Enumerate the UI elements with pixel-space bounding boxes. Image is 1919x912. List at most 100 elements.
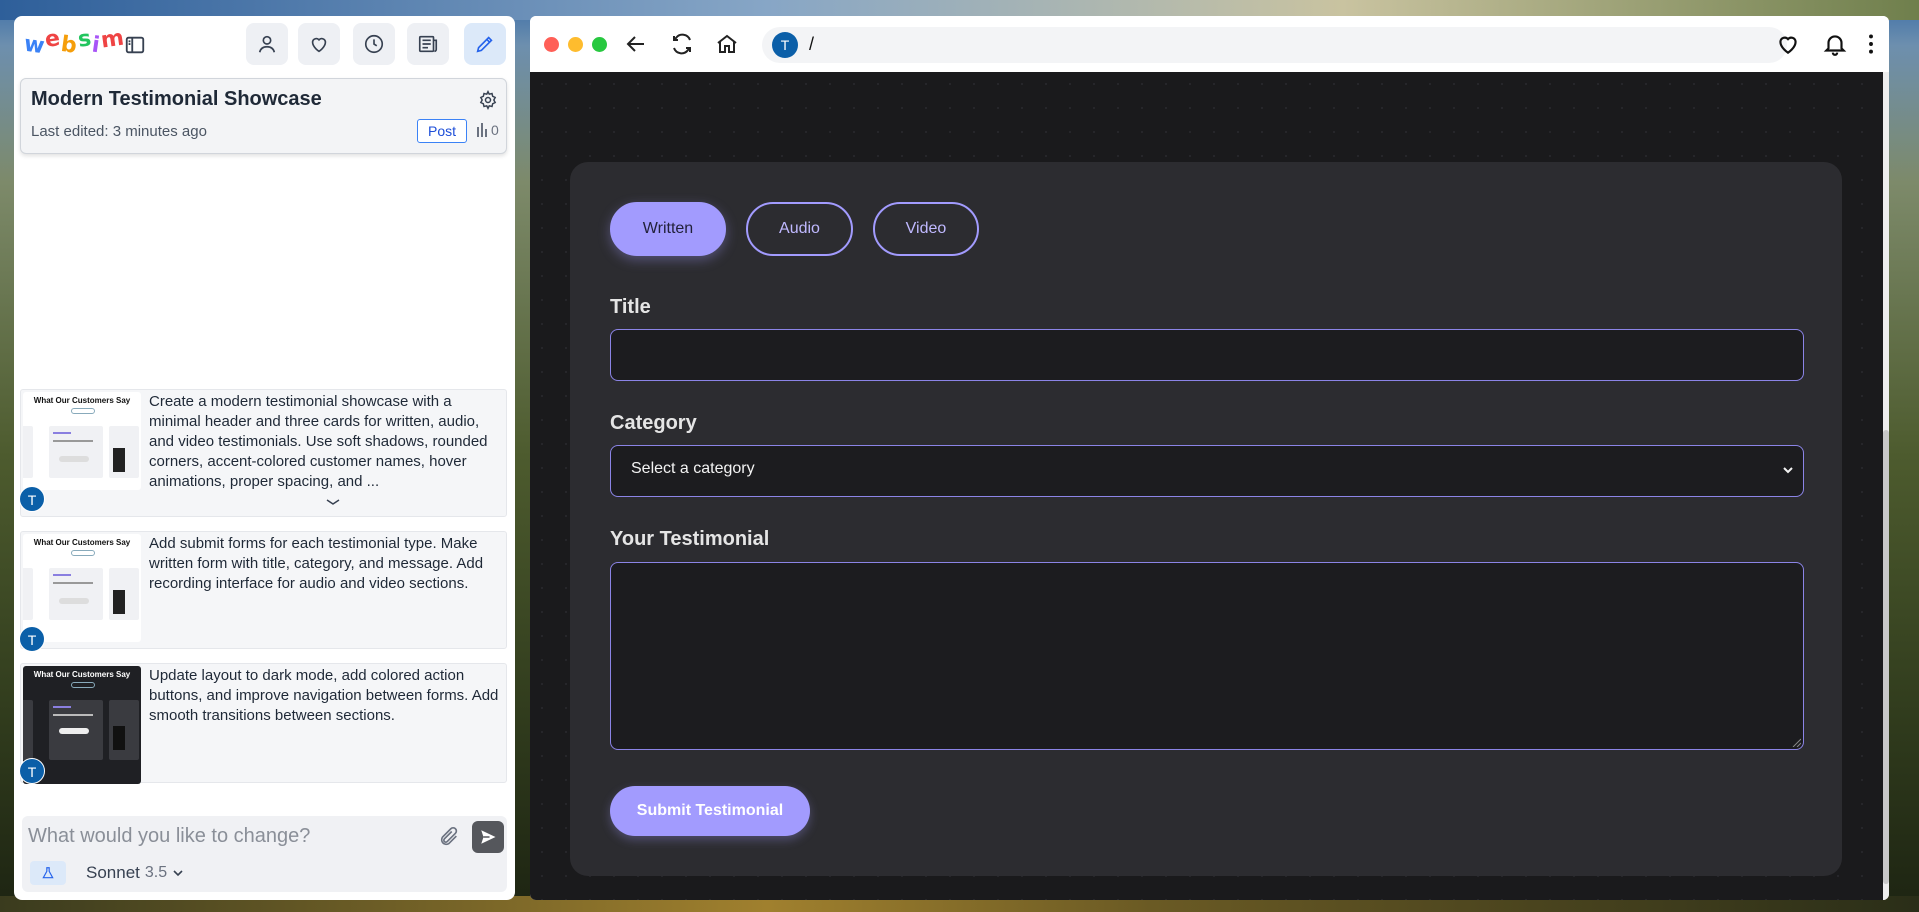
model-selector[interactable]: Sonnet 3.5 bbox=[86, 863, 184, 883]
user-icon bbox=[258, 35, 276, 53]
minimize-window-dot[interactable] bbox=[568, 37, 583, 52]
chevron-down-icon bbox=[1783, 467, 1793, 474]
url-avatar: T bbox=[772, 32, 798, 58]
thumbnail-button bbox=[59, 728, 89, 734]
category-label: Category bbox=[610, 412, 697, 434]
chevron-down-icon bbox=[173, 870, 183, 877]
tab-written[interactable]: Written bbox=[610, 202, 726, 256]
view-stats: 0 bbox=[477, 122, 499, 138]
editor-toolbar: websim bbox=[14, 16, 515, 76]
tab-audio[interactable]: Audio bbox=[746, 202, 853, 256]
post-button[interactable]: Post bbox=[417, 119, 467, 143]
testimonial-textarea[interactable] bbox=[610, 562, 1804, 750]
thumbnail-line bbox=[53, 714, 93, 716]
thumbnail-pill bbox=[71, 408, 95, 414]
history-prompt-text: Update layout to dark mode, add colored … bbox=[149, 667, 499, 724]
thumbnail-block bbox=[113, 448, 125, 472]
url-text[interactable]: / bbox=[809, 34, 814, 55]
thumbnail-pill bbox=[71, 682, 95, 688]
maximize-window-dot[interactable] bbox=[592, 37, 607, 52]
thumbnail-button bbox=[59, 456, 89, 462]
browser-toolbar: T / bbox=[530, 16, 1889, 72]
thumbnail-title: What Our Customers Say bbox=[33, 396, 131, 405]
testimonial-label: Your Testimonial bbox=[610, 528, 770, 550]
feed-button[interactable] bbox=[407, 23, 449, 65]
thumbnail-title: What Our Customers Say bbox=[33, 670, 131, 679]
bell-icon[interactable] bbox=[1822, 31, 1848, 57]
logo-letter: w bbox=[22, 31, 47, 60]
thumbnail-line bbox=[53, 432, 71, 434]
send-button[interactable] bbox=[472, 821, 504, 853]
category-selected-value: Select a category bbox=[631, 460, 755, 477]
page-scrollbar[interactable] bbox=[1883, 72, 1889, 900]
likes-button[interactable] bbox=[298, 23, 340, 65]
thumbnail-card bbox=[23, 568, 33, 620]
experimental-toggle[interactable] bbox=[30, 861, 66, 885]
thumbnail-pill bbox=[71, 550, 95, 556]
close-window-dot[interactable] bbox=[544, 37, 559, 52]
thumbnail-line bbox=[53, 582, 93, 584]
tab-video[interactable]: Video bbox=[873, 202, 979, 256]
heart-icon bbox=[311, 37, 327, 53]
preview-page: Written Audio Video Title Category Selec… bbox=[530, 72, 1883, 900]
expand-chevron-icon[interactable] bbox=[325, 498, 341, 506]
websim-logo[interactable]: websim bbox=[22, 25, 126, 59]
thumbnail-line bbox=[53, 440, 93, 442]
paperclip-icon[interactable] bbox=[438, 826, 460, 848]
testimonial-form-card: Written Audio Video Title Category Selec… bbox=[570, 162, 1842, 876]
preview-browser: T / Written Audio Video Title Category S… bbox=[530, 16, 1889, 900]
logo-letter: m bbox=[99, 25, 127, 54]
reload-icon[interactable] bbox=[670, 32, 694, 56]
chat-input[interactable] bbox=[28, 822, 428, 850]
author-avatar: T bbox=[19, 758, 45, 784]
thumbnail-line bbox=[53, 706, 71, 708]
history-item[interactable]: What Our Customers Say Create a modern t… bbox=[19, 389, 507, 517]
newspaper-icon bbox=[418, 35, 438, 53]
author-avatar: T bbox=[19, 486, 45, 512]
thumbnail-line bbox=[53, 574, 71, 576]
flask-icon bbox=[42, 867, 54, 879]
url-bar[interactable]: T / bbox=[762, 27, 1787, 63]
home-icon[interactable] bbox=[715, 32, 739, 56]
title-input[interactable] bbox=[610, 329, 1804, 381]
pencil-icon bbox=[476, 36, 493, 53]
gear-icon[interactable] bbox=[478, 90, 498, 110]
author-avatar: T bbox=[19, 626, 45, 652]
history-thumbnail: What Our Customers Say bbox=[23, 534, 141, 642]
resize-grip-icon[interactable] bbox=[1791, 737, 1801, 747]
history-item[interactable]: What Our Customers Say Update layout to … bbox=[19, 663, 507, 784]
more-vertical-icon[interactable] bbox=[1858, 31, 1884, 57]
history-button[interactable] bbox=[353, 23, 395, 65]
back-arrow-icon[interactable] bbox=[624, 32, 648, 56]
clock-icon bbox=[364, 34, 384, 54]
send-icon bbox=[481, 830, 496, 844]
title-label: Title bbox=[610, 296, 651, 318]
thumbnail-title: What Our Customers Say bbox=[33, 538, 131, 547]
editor-panel: websim Modern Testimonial Showcase Last … bbox=[14, 16, 515, 900]
thumbnail-card bbox=[49, 568, 103, 620]
model-name: Sonnet bbox=[86, 863, 140, 882]
chat-composer: Sonnet 3.5 bbox=[22, 816, 507, 892]
thumbnail-block bbox=[113, 590, 125, 614]
thumbnail-card bbox=[109, 568, 139, 620]
bar-chart-icon bbox=[477, 123, 487, 137]
thumbnail-card bbox=[49, 426, 103, 478]
sidebar-toggle-icon[interactable] bbox=[124, 34, 146, 56]
history-prompt-text: Create a modern testimonial showcase wit… bbox=[149, 393, 488, 490]
history-item[interactable]: What Our Customers Say Add submit forms … bbox=[19, 531, 507, 652]
project-card: Modern Testimonial Showcase Last edited:… bbox=[20, 78, 507, 154]
heart-icon[interactable] bbox=[1775, 31, 1801, 57]
thumbnail-card bbox=[109, 700, 139, 760]
thumbnail-card bbox=[23, 426, 33, 478]
edit-button[interactable] bbox=[464, 23, 506, 65]
model-version: 3.5 bbox=[144, 864, 168, 881]
submit-testimonial-button[interactable]: Submit Testimonial bbox=[610, 786, 810, 836]
history-thumbnail: What Our Customers Say bbox=[23, 392, 141, 490]
history-prompt-text: Add submit forms for each testimonial ty… bbox=[149, 535, 484, 592]
thumbnail-card bbox=[109, 426, 139, 478]
last-edited: Last edited: 3 minutes ago bbox=[31, 123, 207, 140]
profile-button[interactable] bbox=[246, 23, 288, 65]
thumbnail-card bbox=[23, 700, 33, 760]
scrollbar-thumb[interactable] bbox=[1883, 430, 1889, 884]
category-select[interactable]: Select a category bbox=[610, 445, 1804, 497]
